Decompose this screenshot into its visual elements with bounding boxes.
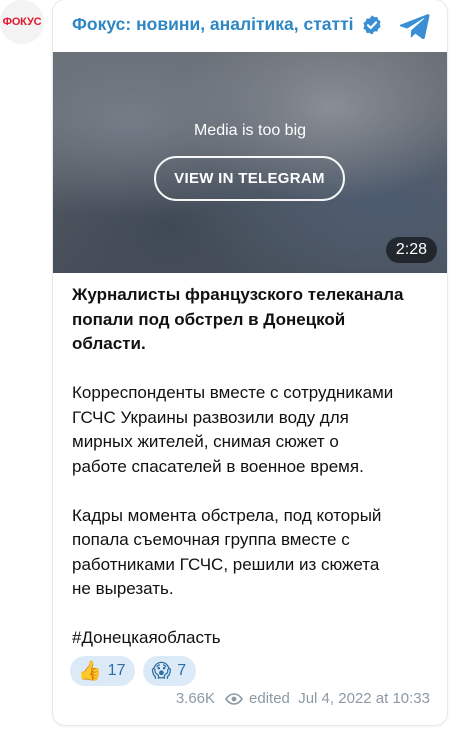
post-meta: 3.66K edited Jul 4, 2022 at 10:33 [176,690,430,707]
channel-avatar[interactable]: ФОКУС [0,0,44,44]
post-paragraph-line: мирных жителей, снимая сюжет о [72,432,339,451]
post-paragraph-line: попала съемочная группа вместе с [72,530,350,549]
post-text: Журналисты французского телеканала попал… [72,283,436,651]
post-headline-line: области. [72,334,146,353]
reaction-scream[interactable]: 😱 7 [143,656,197,686]
reactions-bar: 👍 17 😱 7 [70,656,197,688]
post-headline-line: Журналисты французского телеканала [72,285,404,304]
media-too-big-notice: Media is too big [193,122,307,139]
scream-face-icon: 😱 [151,659,172,682]
avatar-logo-text: ФОКУС [2,16,42,28]
telegram-plane-icon[interactable] [400,13,430,39]
post-hashtag[interactable]: #Донецкаяобласть [72,626,436,651]
verified-badge-icon [363,15,381,35]
post-paragraph-line: Кадры момента обстрела, под который [72,505,382,525]
edited-timestamp[interactable]: edited Jul 4, 2022 at 10:33 [249,690,430,707]
eye-icon [225,692,243,705]
post-paragraph-line: работе спасателей в военное время. [72,456,364,476]
post-card: Фокус: новини, аналітика, статті Media i… [53,0,447,725]
post-paragraph-line: работниками ГСЧС, решили из сюжета [72,554,380,574]
post-paragraph-line: Корреспонденты вместе с сотрудниками [72,383,394,402]
channel-title[interactable]: Фокус: новини, аналітика, статті [72,14,354,35]
post-paragraph-line: ГСЧС Украины развозили воду для [72,407,349,427]
post-header: Фокус: новини, аналітика, статті [53,0,447,50]
view-in-telegram-button[interactable]: VIEW IN TELEGRAM [154,156,345,201]
view-count: 3.66K [175,690,216,707]
telegram-post-widget: ФОКУС Фокус: новини, аналітика, статті M… [0,0,450,729]
reaction-count: 17 [107,662,126,679]
video-preview[interactable]: Media is too big VIEW IN TELEGRAM 2:28 [53,52,447,273]
video-duration-badge: 2:28 [385,237,437,263]
reaction-count: 7 [177,662,187,679]
post-paragraph-line: не вырезать. [72,579,174,598]
thumbs-up-icon: 👍 [78,659,102,682]
reaction-thumbs-up[interactable]: 👍 17 [70,656,136,686]
post-headline-line: попали под обстрел в Донецкой [72,309,346,329]
